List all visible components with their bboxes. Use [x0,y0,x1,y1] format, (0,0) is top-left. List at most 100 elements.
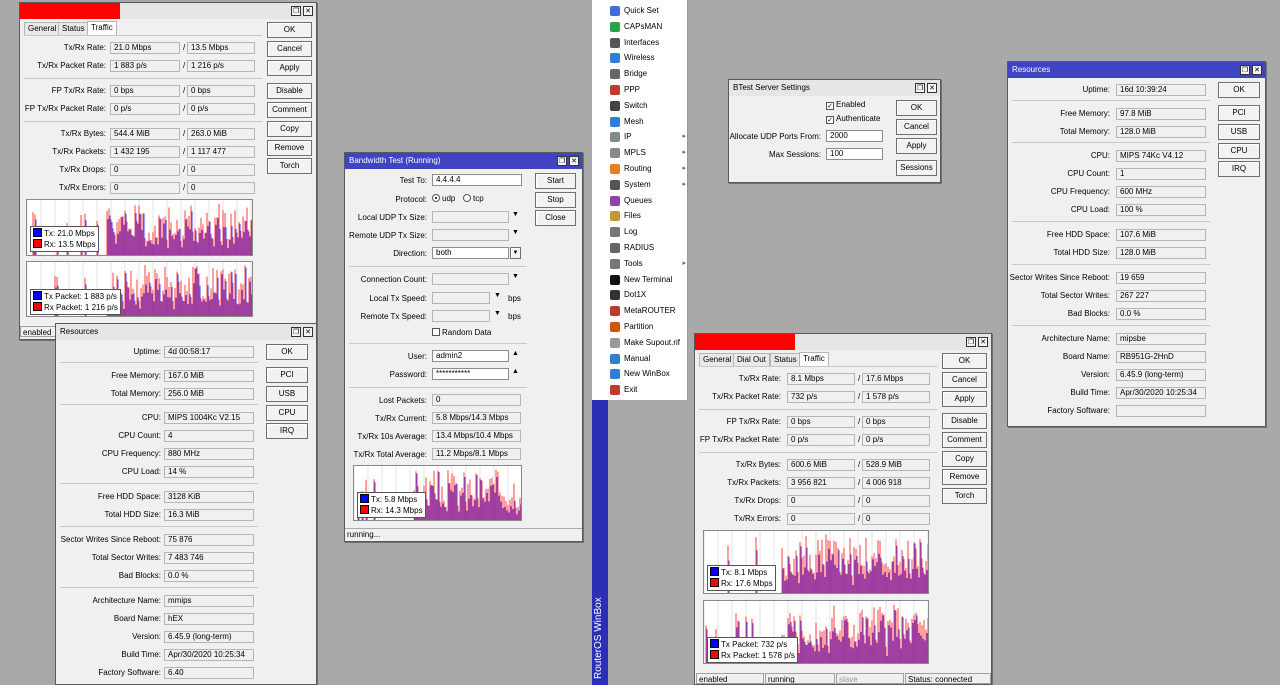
tab-dial-out[interactable]: Dial Out [733,353,770,366]
ok-button[interactable]: OK [896,100,937,116]
menu-item-partition[interactable]: Partition [608,319,688,335]
comment-button[interactable]: Comment [942,432,987,448]
tab-status[interactable]: Status [58,22,89,35]
pci-button[interactable]: PCI [1218,105,1260,121]
apply-button[interactable]: Apply [267,60,312,76]
remove-button[interactable]: Remove [267,140,312,156]
close-icon[interactable]: ✕ [303,327,313,337]
usb-button[interactable]: USB [1218,124,1260,140]
direction-select[interactable]: both [432,247,509,259]
torch-button[interactable]: Torch [942,488,987,504]
cpu-button[interactable]: CPU [266,405,308,421]
close-icon[interactable]: ✕ [1252,65,1262,75]
torch-button[interactable]: Torch [267,158,312,174]
restore-icon[interactable]: ❐ [291,6,301,16]
menu-item-system[interactable]: System ▸ [608,177,688,193]
password-input[interactable]: *********** [432,368,509,380]
menu-item-switch[interactable]: Switch [608,98,688,114]
tab-general[interactable]: General [24,22,61,35]
close-button[interactable]: Close [535,210,576,226]
close-icon[interactable]: ✕ [927,83,937,93]
comment-button[interactable]: Comment [267,102,312,118]
dropdown-arrow-icon[interactable]: ▼ [494,310,501,317]
menu-item-radius[interactable]: RADIUS [608,240,688,256]
restore-icon[interactable]: ❐ [915,83,925,93]
menu-item-capsman[interactable]: CAPsMAN [608,19,688,35]
menu-item-tools[interactable]: Tools ▸ [608,256,688,272]
restore-icon[interactable]: ❐ [1240,65,1250,75]
copy-button[interactable]: Copy [942,451,987,467]
sessions-button[interactable]: Sessions [896,160,937,176]
menu-item-bridge[interactable]: Bridge [608,66,688,82]
menu-item-log[interactable]: Log [608,224,688,240]
dropdown-arrow-icon[interactable]: ▼ [512,211,519,218]
stop-button[interactable]: Stop [535,192,576,208]
tab-status[interactable]: Status [770,353,801,366]
collapse-arrow-icon[interactable]: ▲ [512,368,519,375]
local-tx-speed-input[interactable] [432,292,490,304]
close-icon[interactable]: ✕ [569,156,579,166]
menu-item-new-winbox[interactable]: New WinBox [608,366,688,382]
restore-icon[interactable]: ❐ [291,327,301,337]
title-bar[interactable]: BTest Server Settings [729,80,940,96]
tab-traffic[interactable]: Traffic [87,21,117,35]
remote-tx-speed-input[interactable] [432,310,490,322]
authenticate-checkbox[interactable]: ✓ Authenticate [826,114,880,124]
dropdown-arrow-icon[interactable]: ▼ [494,292,501,299]
local-udp-tx-size-input[interactable] [432,211,509,223]
copy-button[interactable]: Copy [267,121,312,137]
menu-item-wireless[interactable]: Wireless [608,50,688,66]
menu-item-ip[interactable]: IP ▸ [608,129,688,145]
restore-icon[interactable]: ❐ [966,337,976,347]
menu-item-mpls[interactable]: MPLS ▸ [608,145,688,161]
irq-button[interactable]: IRQ [266,423,308,439]
cpu-button[interactable]: CPU [1218,143,1260,159]
ok-button[interactable]: OK [1218,82,1260,98]
ok-button[interactable]: OK [266,344,308,360]
apply-button[interactable]: Apply [896,138,937,154]
menu-item-queues[interactable]: Queues [608,193,688,209]
tab-general[interactable]: General [699,353,736,366]
remove-button[interactable]: Remove [942,469,987,485]
pci-button[interactable]: PCI [266,367,308,383]
dropdown-arrow-icon[interactable]: ▼ [512,229,519,236]
udp-ports-input[interactable]: 2000 [826,130,883,142]
max-sessions-input[interactable]: 100 [826,148,883,160]
cancel-button[interactable]: Cancel [942,372,987,388]
enabled-checkbox[interactable]: ✓ Enabled [826,100,865,110]
ok-button[interactable]: OK [267,22,312,38]
protocol-tcp-radio[interactable]: tcp [463,194,484,203]
irq-button[interactable]: IRQ [1218,161,1260,177]
disable-button[interactable]: Disable [942,413,987,429]
disable-button[interactable]: Disable [267,83,312,99]
menu-item-make-supout-rif[interactable]: Make Supout.rif [608,335,688,351]
menu-item-quick-set[interactable]: Quick Set [608,3,688,19]
ok-button[interactable]: OK [942,353,987,369]
start-button[interactable]: Start [535,173,576,189]
title-bar[interactable]: Resources [56,324,316,340]
random-data-checkbox[interactable]: Random Data [432,328,491,337]
usb-button[interactable]: USB [266,386,308,402]
restore-icon[interactable]: ❐ [557,156,567,166]
menu-item-manual[interactable]: Manual [608,351,688,367]
user-input[interactable]: admin2 [432,350,509,362]
chevron-down-icon[interactable]: ▼ [510,247,521,259]
menu-item-interfaces[interactable]: Interfaces [608,35,688,51]
cancel-button[interactable]: Cancel [896,119,937,135]
title-bar[interactable]: Resources [1008,62,1265,78]
menu-item-files[interactable]: Files [608,208,688,224]
apply-button[interactable]: Apply [942,391,987,407]
remote-udp-tx-size-input[interactable] [432,229,509,241]
title-bar[interactable]: Bandwidth Test (Running) [345,153,582,169]
menu-item-dot1x[interactable]: Dot1X [608,287,688,303]
collapse-arrow-icon[interactable]: ▲ [512,350,519,357]
test-to-input[interactable]: 4.4.4.4 [432,174,522,186]
protocol-udp-radio[interactable]: udp [432,194,455,203]
menu-item-ppp[interactable]: PPP [608,82,688,98]
menu-item-routing[interactable]: Routing ▸ [608,161,688,177]
close-icon[interactable]: ✕ [303,6,313,16]
menu-item-metarouter[interactable]: MetaROUTER [608,303,688,319]
connection-count-input[interactable] [432,273,509,285]
tab-traffic[interactable]: Traffic [799,352,829,366]
menu-item-mesh[interactable]: Mesh [608,114,688,130]
